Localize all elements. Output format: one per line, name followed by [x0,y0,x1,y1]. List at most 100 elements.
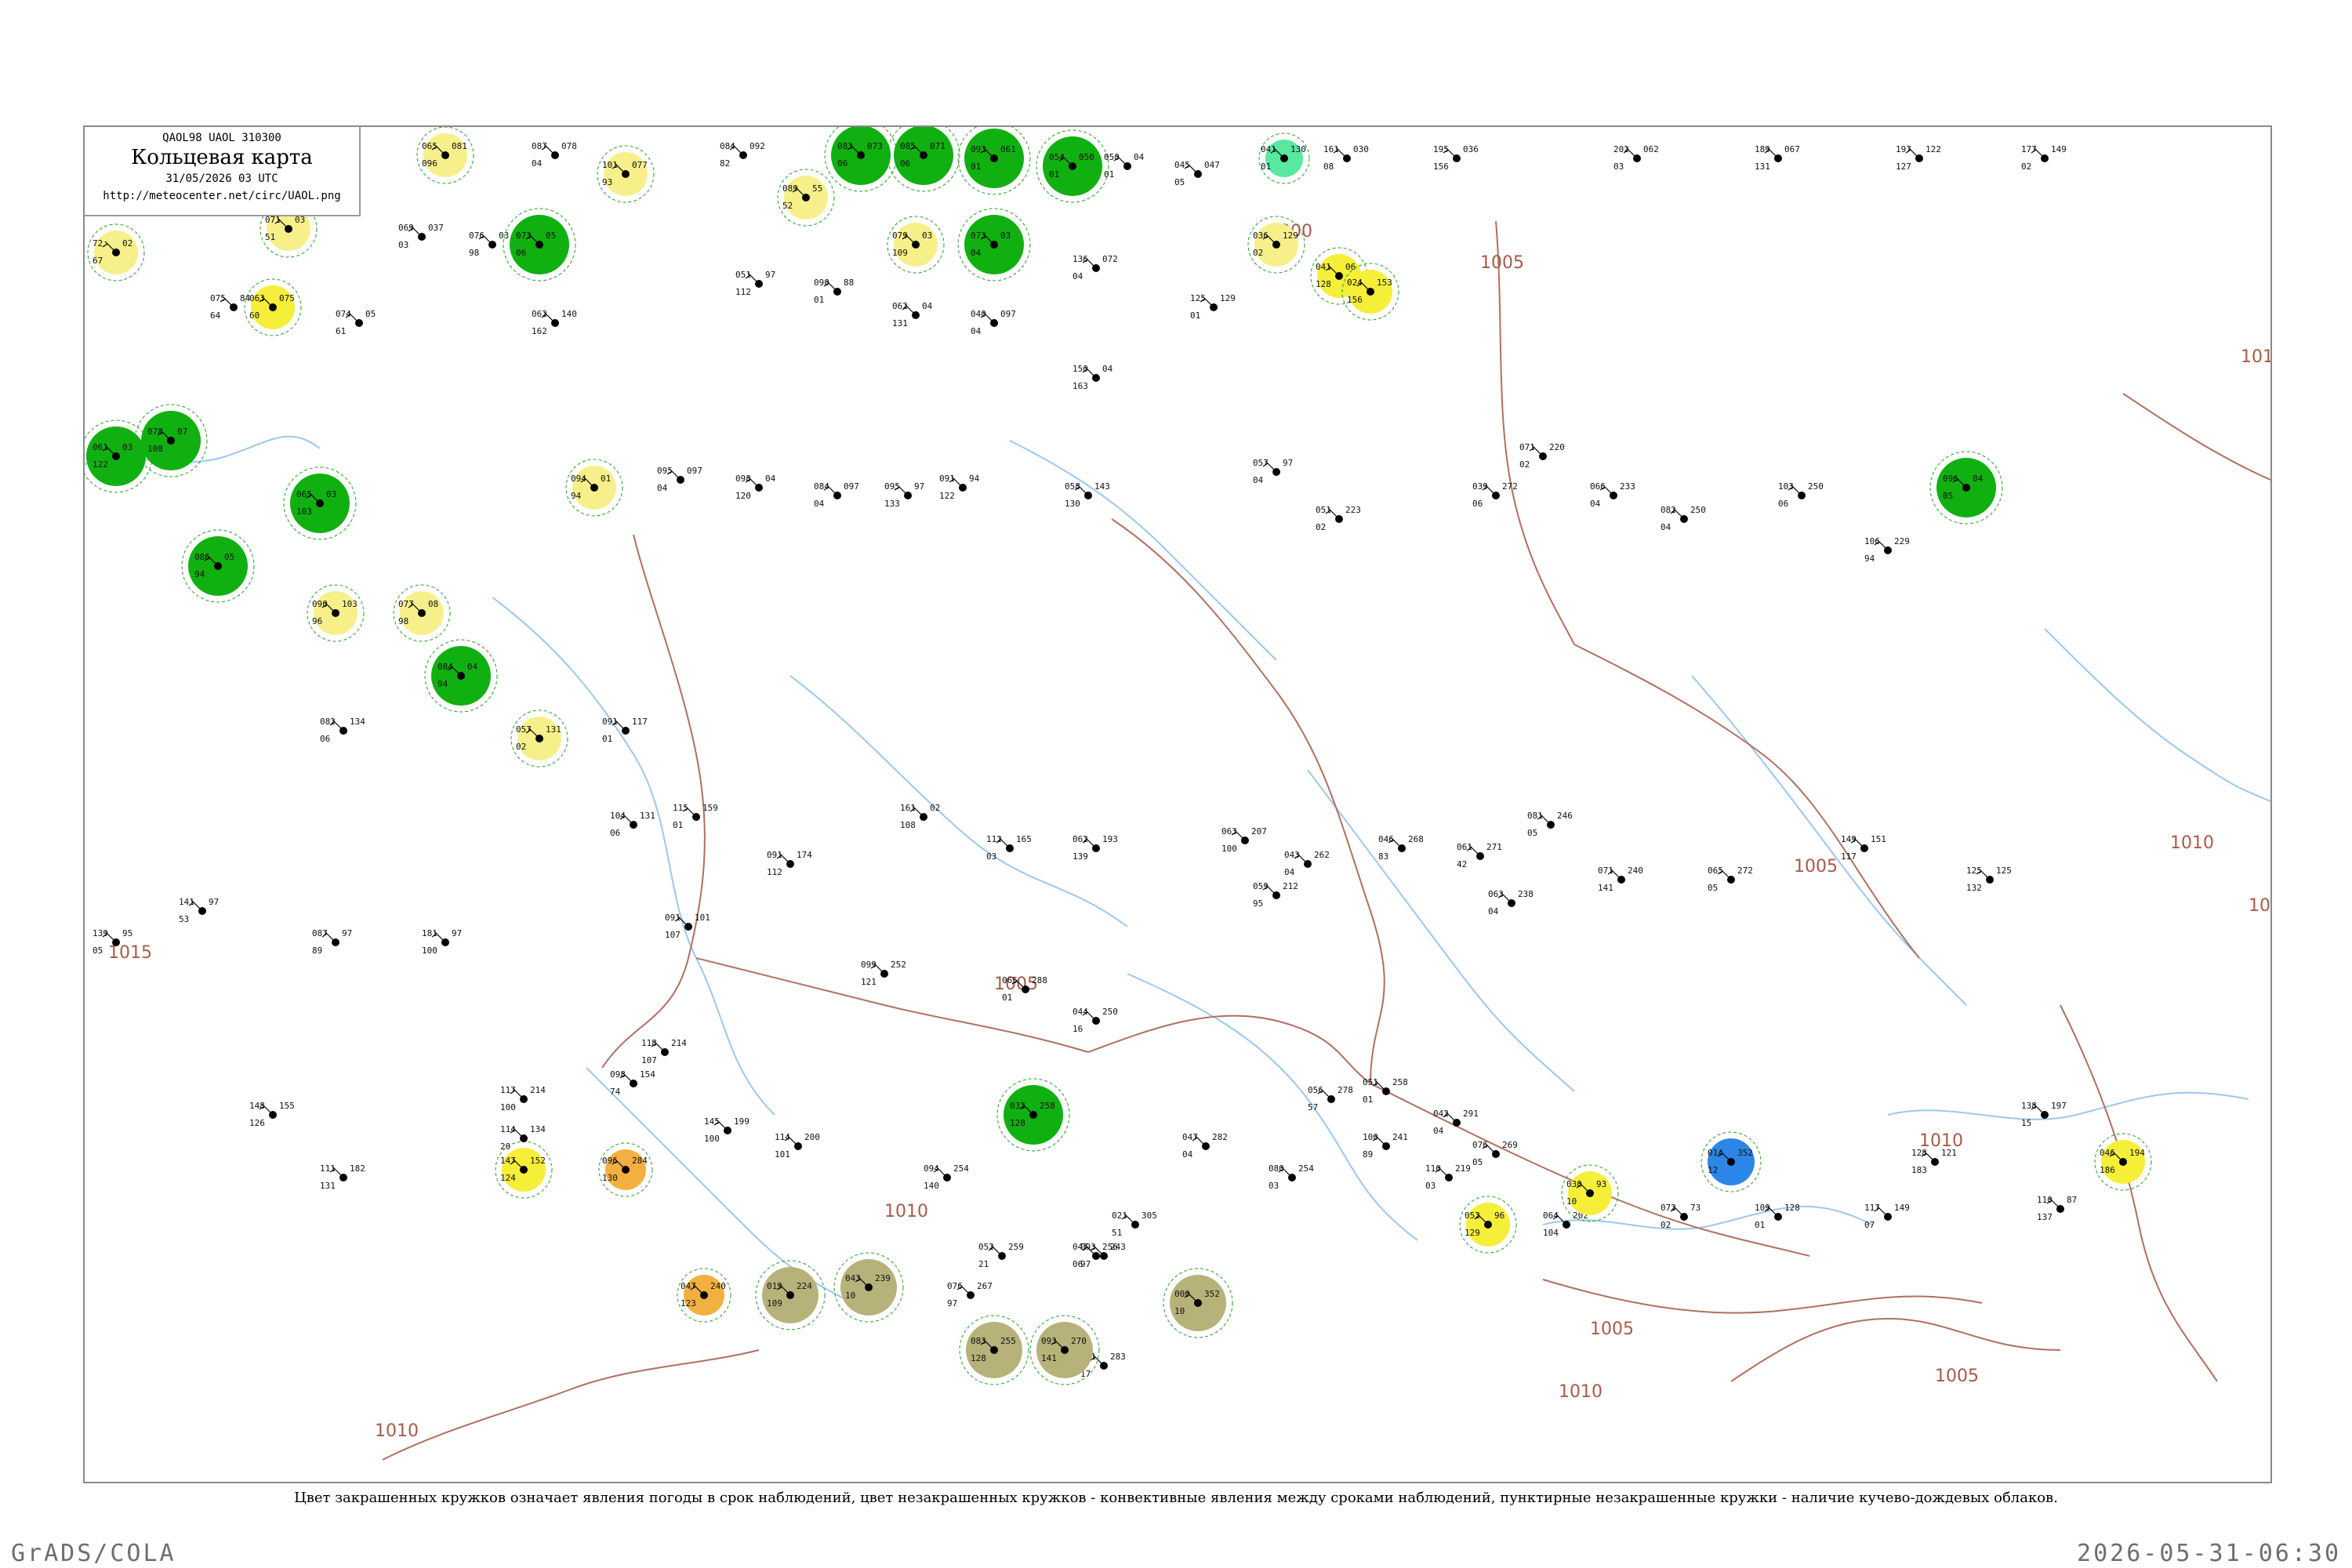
station-plot[interactable]: 04 084 94 [424,639,498,713]
station-plot[interactable]: 149 177 02 [2021,144,2067,172]
station-plot[interactable]: 97 051 112 [735,270,775,297]
station-plot[interactable]: 250 044 16 [1073,1007,1118,1034]
station-plot[interactable]: 02 161 108 [900,803,940,830]
station-plot[interactable]: 030 161 08 [1323,144,1369,172]
station-plot[interactable]: 200 114 101 [775,1132,820,1160]
source-url[interactable]: http://meteocenter.net/circ/UAOL.png [85,190,359,202]
station-plot[interactable]: 73 072 02 [1661,1203,1700,1230]
weather-map[interactable]: 1000100510051010100510101010101010101005… [85,127,2270,1482]
station-plot[interactable]: 04 096 05 [1929,451,2003,524]
station-plot[interactable]: 155 148 126 [249,1101,295,1128]
station-plot[interactable]: 07 078 108 [134,404,208,477]
station-plot[interactable]: 214 117 100 [500,1085,546,1112]
station-plot[interactable]: 04 150 163 [1073,364,1113,391]
station-plot[interactable]: 207 063 100 [1221,826,1267,854]
station-plot[interactable]: 93 030 10 [1561,1164,1619,1222]
station-plot[interactable]: 03 079 109 [887,216,945,274]
station-plot[interactable]: 238 063 04 [1488,889,1534,916]
station-plot[interactable]: 229 106 94 [1864,536,1910,564]
station-plot[interactable]: 071 085 06 [887,127,960,192]
station-plot[interactable]: 282 047 04 [1182,1132,1228,1160]
station-plot[interactable]: 233 066 04 [1590,481,1635,509]
station-plot[interactable]: 075 063 60 [244,278,302,336]
station-plot[interactable]: 073 083 06 [824,127,898,192]
station-plot[interactable]: 154 098 74 [610,1069,655,1097]
station-plot[interactable]: 278 056 57 [1308,1085,1353,1112]
station-plot[interactable]: 128 109 01 [1755,1203,1800,1230]
station-plot[interactable]: 04 062 131 [892,301,933,328]
station-plot[interactable]: 97 087 89 [312,928,352,956]
station-plot[interactable]: 352 000 10 [1163,1268,1233,1338]
station-plot[interactable]: 193 062 139 [1073,834,1118,862]
station-plot[interactable]: 268 046 83 [1378,834,1424,862]
station-plot[interactable]: 194 046 186 [2094,1133,2152,1191]
station-plot[interactable]: 165 112 03 [986,834,1032,862]
station-plot[interactable]: 121 128 183 [1911,1148,1957,1175]
station-plot[interactable]: 05 073 06 [503,208,576,281]
station-plot[interactable]: 097 040 04 [971,309,1016,336]
station-plot[interactable]: 03 065 103 [283,466,357,540]
station-plot[interactable]: 267 076 97 [947,1281,993,1308]
station-plot[interactable]: 246 081 05 [1527,811,1573,838]
station-plot[interactable]: 197 138 15 [2021,1101,2067,1128]
station-plot[interactable]: 050 054 01 [1036,129,1109,203]
station-plot[interactable]: 078 087 04 [532,141,577,169]
station-plot[interactable]: 240 071 141 [1598,866,1643,893]
station-plot[interactable]: 94 091 122 [939,474,980,501]
station-plot[interactable]: 214 118 107 [641,1038,687,1065]
station-plot[interactable]: 02 72 67 [87,223,145,281]
station-plot[interactable]: 97 095 133 [884,481,924,509]
map-frame[interactable]: 1000100510051010100510101010101010101005… [83,125,2272,1483]
station-plot[interactable]: 258 032 128 [996,1078,1070,1152]
station-plot[interactable]: 03 061 122 [85,419,153,493]
station-plot[interactable]: 252 099 121 [861,960,906,987]
station-plot[interactable]: 08 077 98 [393,584,451,642]
station-plot[interactable]: 125 125 132 [1966,866,2012,893]
station-plot[interactable]: 149 117 07 [1864,1203,1910,1230]
station-plot[interactable]: 97 141 53 [179,897,219,924]
station-plot[interactable]: 134 082 06 [320,717,365,744]
station-plot[interactable]: 061 093 01 [957,127,1031,195]
station-plot[interactable]: 04 050 01 [1104,152,1145,180]
station-plot[interactable]: 151 149 117 [1841,834,1886,862]
station-plot[interactable]: 036 195 156 [1433,144,1479,172]
station-plot[interactable]: 219 110 03 [1425,1163,1471,1191]
station-plot[interactable]: 250 103 06 [1778,481,1824,509]
station-plot[interactable]: 305 021 51 [1112,1210,1157,1238]
station-plot[interactable]: 97 057 04 [1253,458,1293,485]
station-plot[interactable]: 140 062 162 [532,309,577,336]
station-plot[interactable]: 272 039 06 [1472,481,1518,509]
station-plot[interactable]: 131 057 02 [510,710,568,768]
station-plot[interactable]: 134 114 20 [500,1124,546,1152]
station-plot[interactable]: 240 047 123 [677,1268,731,1323]
station-plot[interactable]: 352 014 12 [1700,1131,1762,1192]
station-plot[interactable]: 062 202 03 [1613,144,1659,172]
station-plot[interactable]: 254 080 03 [1269,1163,1314,1191]
station-plot[interactable]: 96 052 129 [1459,1196,1517,1254]
station-plot[interactable]: 239 043 10 [833,1252,904,1323]
station-plot[interactable]: 272 065 05 [1708,866,1753,893]
station-plot[interactable]: 88 090 01 [814,278,854,305]
station-plot[interactable]: 250 082 04 [1661,505,1706,532]
station-plot[interactable]: 271 061 42 [1457,842,1502,869]
station-plot[interactable]: 212 059 95 [1253,881,1298,909]
station-plot[interactable]: 262 043 04 [1284,850,1330,877]
station-plot[interactable]: 269 076 05 [1472,1140,1518,1167]
station-plot[interactable]: 153 024 156 [1341,263,1399,321]
station-plot[interactable]: 129 036 02 [1247,216,1305,274]
station-plot[interactable]: 224 019 109 [755,1260,826,1330]
station-plot[interactable]: 077 101 93 [597,145,655,203]
station-plot[interactable]: 255 083 128 [959,1315,1029,1385]
station-plot[interactable]: 220 071 02 [1519,442,1565,470]
station-plot[interactable]: 87 110 137 [2037,1195,2077,1222]
station-plot[interactable]: 254 094 140 [924,1163,969,1191]
station-plot[interactable]: 01 094 94 [565,459,623,517]
station-plot[interactable]: 241 100 89 [1363,1132,1408,1160]
station-plot[interactable]: 174 091 112 [767,850,812,877]
station-plot[interactable]: 258 051 01 [1363,1077,1408,1105]
station-plot[interactable]: 097 095 04 [657,466,702,493]
station-plot[interactable]: 04 098 120 [735,474,776,501]
station-plot[interactable]: 284 096 130 [598,1142,653,1197]
station-plot[interactable]: 122 197 127 [1896,144,1941,172]
station-plot[interactable]: 159 115 01 [673,803,718,830]
